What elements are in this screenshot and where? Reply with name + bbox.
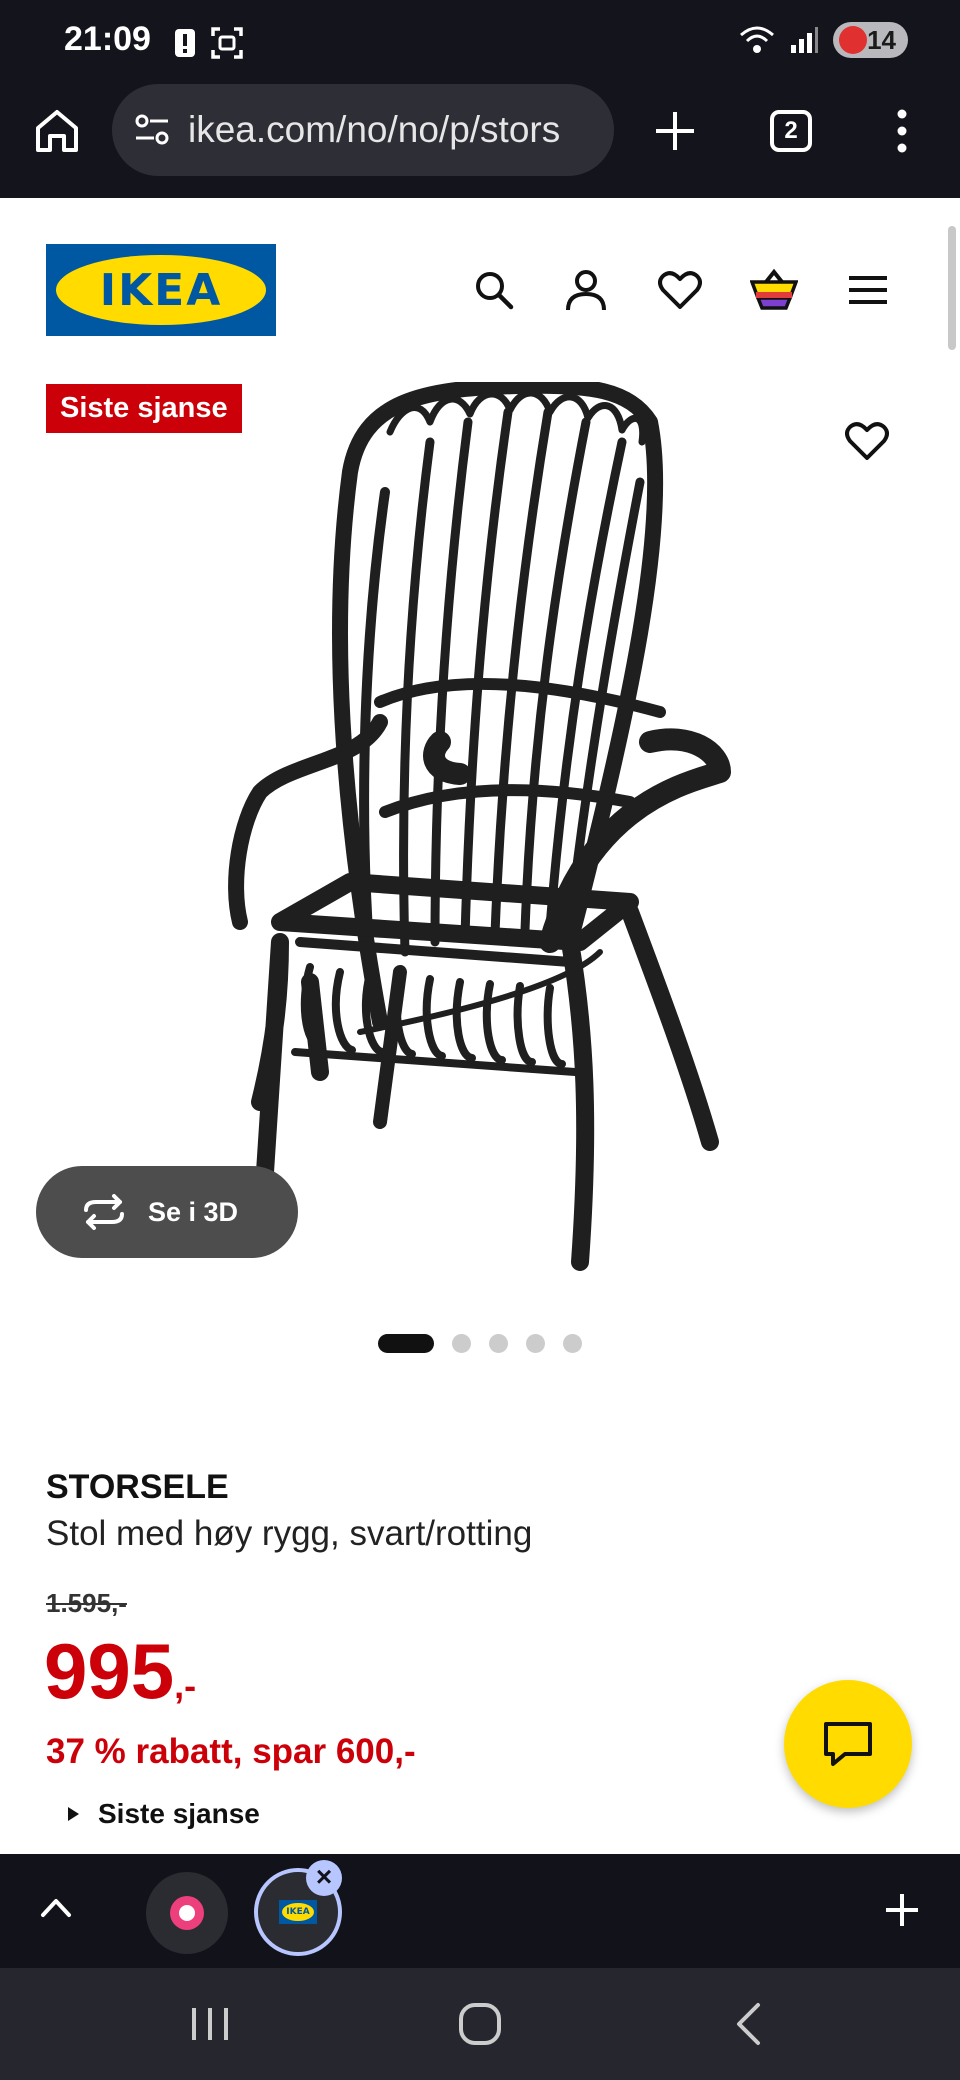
battery-low-dot [839,26,868,54]
price-value: 995 [44,1627,175,1715]
tabs-count-button[interactable]: 2 [770,110,812,152]
status-time: 21:09 [64,20,151,58]
gallery-dot-1[interactable] [378,1334,434,1353]
more-menu-icon[interactable] [894,108,910,154]
logo-text: IKEA [99,264,223,316]
url-text: ikea.com/no/no/p/stors [188,109,561,150]
close-tab-icon[interactable]: × [306,1860,342,1896]
rotate-3d-icon [84,1194,124,1230]
tab-thumbnail-1[interactable] [146,1872,228,1954]
heart-icon [845,422,889,460]
product-description: Stol med høy rygg, svart/rotting [46,1514,533,1553]
gallery-dot-3[interactable] [489,1334,508,1353]
url-field[interactable]: ikea.com/no/no/p/stors [112,84,614,176]
battery-level: 14 [867,25,896,55]
menu-icon[interactable] [840,262,896,318]
old-price: 1.595,- [46,1588,127,1618]
chevron-up-icon[interactable] [40,1896,72,1918]
chat-button[interactable] [784,1680,912,1808]
battery-indicator: 14 [833,22,908,58]
back-icon[interactable] [734,2002,764,2046]
last-chance-label: Siste sjanse [98,1798,260,1829]
ikea-logo[interactable]: IKEA [46,244,276,336]
gallery-dot-4[interactable] [526,1334,545,1353]
alert-icon [175,29,195,57]
view-in-3d-button[interactable]: Se i 3D [36,1166,298,1258]
view-in-3d-label: Se i 3D [148,1196,239,1227]
circle-app-icon [170,1896,204,1930]
wishlist-icon[interactable] [652,262,708,318]
screenshot-icon [211,27,243,59]
system-nav-bar [0,1968,960,2080]
discount-text: 37 % rabatt, spar 600,- [46,1732,416,1771]
search-icon[interactable] [466,262,522,318]
last-chance-expander[interactable]: Siste sjanse [66,1798,260,1830]
product-wishlist-button[interactable] [822,396,912,486]
favicon-text: IKEA [282,1903,314,1921]
price-suffix: ,- [174,1665,197,1706]
gallery-dot-5[interactable] [563,1334,582,1353]
ikea-favicon: IKEA [279,1900,317,1924]
current-price: 995,- [44,1626,196,1717]
web-page: IKEA Siste sjanse Se i 3D STORSELE Stol … [0,198,960,1854]
recent-apps-icon[interactable] [190,2006,232,2042]
account-icon[interactable] [558,262,614,318]
wifi-icon [740,26,775,53]
product-name: STORSELE [46,1468,229,1506]
chat-icon [824,1722,872,1766]
site-settings-icon[interactable] [134,112,170,148]
status-bar: 21:09 14 [0,0,960,84]
gallery-dot-2[interactable] [452,1334,471,1353]
gallery-pagination [378,1334,582,1353]
home-icon[interactable] [34,108,80,154]
page-scrollbar[interactable] [948,226,956,350]
new-tab-icon[interactable] [654,110,696,152]
browser-toolbar: ikea.com/no/no/p/stors 2 [0,84,960,198]
home-button-icon[interactable] [458,2002,502,2046]
last-chance-badge: Siste sjanse [46,384,242,433]
cart-icon[interactable] [746,262,802,318]
product-image-chair[interactable] [130,382,810,1282]
add-tab-icon[interactable] [884,1892,920,1928]
signal-icon [791,27,819,53]
triangle-right-icon [68,1807,79,1821]
tab-switcher-bar: IKEA × [0,1854,960,1968]
